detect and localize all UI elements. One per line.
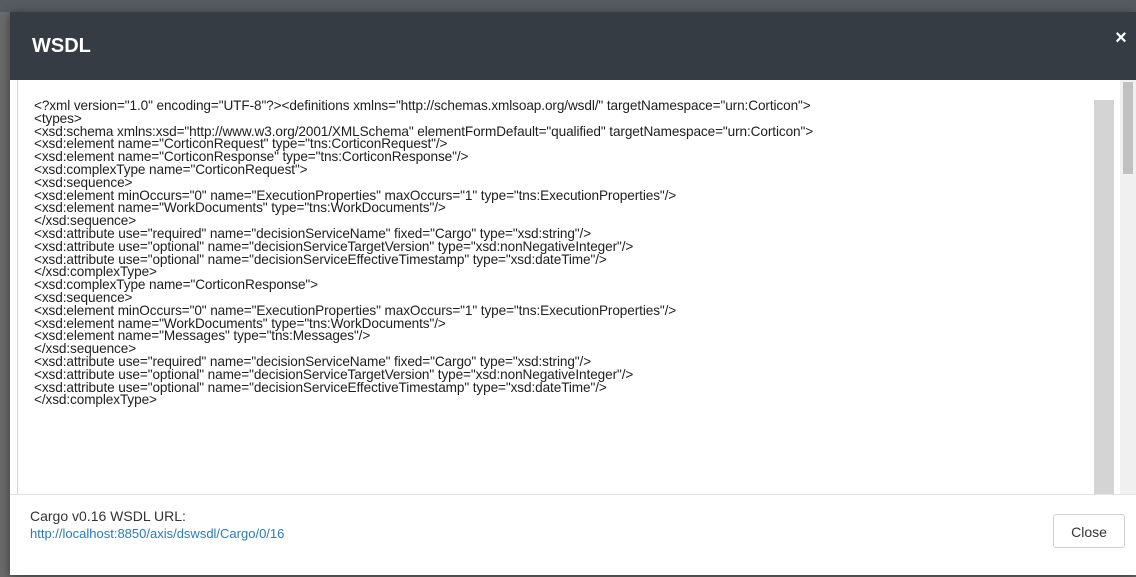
- modal-footer: Cargo v0.16 WSDL URL: http://localhost:8…: [10, 495, 1136, 575]
- wsdl-content: <?xml version="1.0" encoding="UTF-8"?><d…: [34, 98, 1090, 408]
- wsdl-textarea[interactable]: <?xml version="1.0" encoding="UTF-8"?><d…: [17, 80, 1128, 494]
- close-icon[interactable]: ×: [1112, 28, 1130, 48]
- modal-body: <?xml version="1.0" encoding="UTF-8"?><d…: [10, 80, 1136, 495]
- wsdl-line: <?xml version="1.0" encoding="UTF-8"?><d…: [34, 98, 811, 113]
- modal-scrollbar-thumb[interactable]: [1123, 82, 1133, 174]
- close-button[interactable]: Close: [1053, 514, 1125, 548]
- wsdl-url-link[interactable]: http://localhost:8850/axis/dswsdl/Cargo/…: [30, 526, 284, 542]
- background-page: [0, 0, 1136, 12]
- wsdl-url-label: Cargo v0.16 WSDL URL:: [30, 508, 186, 524]
- wsdl-modal: WSDL × <?xml version="1.0" encoding="UTF…: [10, 12, 1136, 575]
- textarea-scrollbar[interactable]: [1094, 100, 1114, 494]
- modal-header: WSDL ×: [10, 12, 1136, 80]
- modal-scrollbar[interactable]: [1120, 80, 1136, 494]
- modal-title: WSDL: [32, 35, 91, 57]
- wsdl-line: </xsd:complexType>: [34, 392, 157, 408]
